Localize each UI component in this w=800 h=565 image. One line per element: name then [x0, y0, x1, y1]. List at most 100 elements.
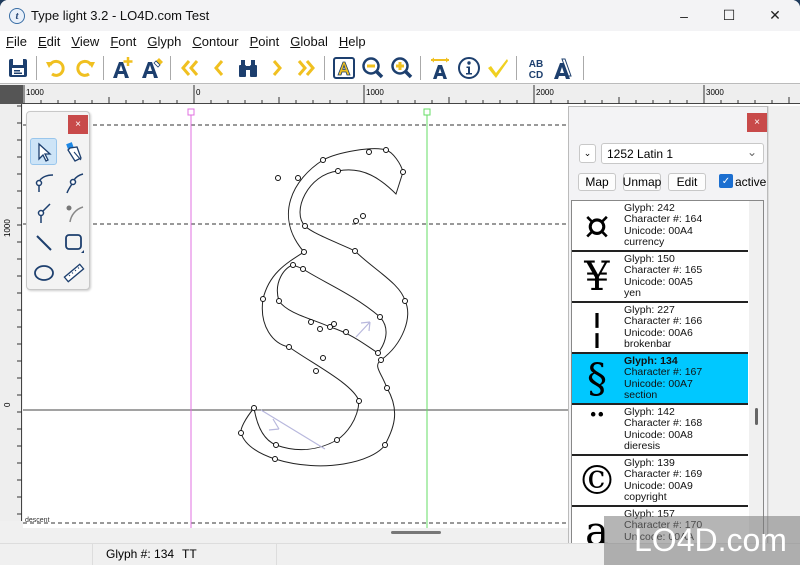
ellipse-tool-button[interactable] [30, 259, 57, 286]
unmap-button[interactable]: Unmap [623, 173, 661, 191]
contour-point[interactable] [343, 329, 349, 335]
toolbar: AB CD [0, 52, 800, 84]
contour-point[interactable] [320, 157, 326, 163]
delete-glyph-button[interactable] [138, 54, 165, 82]
maximize-button[interactable]: ☐ [706, 0, 752, 31]
pen-tool-button[interactable] [60, 138, 87, 165]
contour-point[interactable] [356, 398, 362, 404]
contour-point[interactable] [317, 326, 323, 332]
menu-edit[interactable]: Edit [38, 34, 60, 49]
horizontal-ruler[interactable]: 1000 0 1000 2000 3000 [23, 85, 800, 104]
active-checkbox[interactable]: ✓ [719, 174, 733, 188]
add-glyph-button[interactable] [109, 54, 136, 82]
curve-point-tool-button[interactable] [30, 169, 57, 196]
contour-point[interactable] [400, 169, 406, 175]
glyph-list-item[interactable]: § Glyph: 134 Character #: 167 Unicode: 0… [572, 354, 748, 405]
contour-point[interactable] [378, 357, 384, 363]
contour-point[interactable] [286, 344, 292, 350]
map-button[interactable]: Map [578, 173, 616, 191]
contour-point[interactable] [366, 149, 372, 155]
validate-button[interactable] [484, 54, 511, 82]
scrollbar-thumb[interactable] [391, 531, 441, 534]
close-button[interactable]: ✕ [752, 0, 798, 31]
measure-tool-button[interactable] [60, 259, 87, 286]
contour-point[interactable] [290, 262, 296, 268]
edit-button[interactable]: Edit [668, 173, 706, 191]
contour-point[interactable] [251, 405, 257, 411]
outline-button[interactable] [551, 54, 578, 82]
find-button[interactable] [234, 54, 261, 82]
contour-point[interactable] [377, 314, 383, 320]
advance-width-handle[interactable] [423, 108, 431, 116]
scrollbar-thumb[interactable] [755, 408, 758, 425]
menu-glyph[interactable]: Glyph [147, 34, 181, 49]
rectangle-tool-button[interactable] [60, 229, 87, 256]
glyph-list-item[interactable]: ¤ Glyph: 242 Character #: 164 Unicode: 0… [572, 201, 748, 252]
info-button[interactable] [455, 54, 482, 82]
kerning-button[interactable]: AB CD [522, 54, 549, 82]
contour-point[interactable] [402, 298, 408, 304]
corner-point-tool-button[interactable] [30, 199, 57, 226]
contour-point[interactable] [335, 168, 341, 174]
zoom-in-button[interactable] [388, 54, 415, 82]
glyph-list-item[interactable]: © Glyph: 139 Character #: 169 Unicode: 0… [572, 456, 748, 507]
undo-button[interactable] [42, 54, 69, 82]
contour-point[interactable] [375, 350, 381, 356]
glyph-list-item[interactable]: ¦ Glyph: 227 Character #: 166 Unicode: 0… [572, 303, 748, 354]
glyph-info: Glyph: 142 Character #: 168 Unicode: 00A… [624, 406, 702, 453]
menu-view[interactable]: View [71, 34, 99, 49]
zoom-out-button[interactable] [359, 54, 386, 82]
codepage-menu-button[interactable]: ⌄ [579, 144, 596, 163]
contour-point[interactable] [275, 175, 281, 181]
first-glyph-button[interactable] [176, 54, 203, 82]
last-glyph-button[interactable] [292, 54, 319, 82]
contour-point[interactable] [383, 147, 389, 153]
minimize-button[interactable]: – [661, 0, 707, 31]
contour-point[interactable] [382, 442, 388, 448]
glyph-list[interactable]: ¤ Glyph: 242 Character #: 164 Unicode: 0… [571, 200, 764, 556]
contour-point[interactable] [353, 218, 359, 224]
palette-close-button[interactable]: × [68, 115, 88, 134]
contour-point[interactable] [334, 437, 340, 443]
contour-point[interactable] [308, 319, 314, 325]
menu-file[interactable]: File [6, 34, 27, 49]
glyph-properties-button[interactable] [330, 54, 357, 82]
contour-point[interactable] [238, 430, 244, 436]
line-tool-button[interactable] [30, 229, 57, 256]
contour-point[interactable] [352, 248, 358, 254]
save-button[interactable] [4, 54, 31, 82]
menu-help[interactable]: Help [339, 34, 366, 49]
codepage-select[interactable]: 1252 Latin 1 ⌄ [601, 143, 764, 164]
contour-point[interactable] [272, 456, 278, 462]
contour-point[interactable] [260, 296, 266, 302]
menu-font[interactable]: Font [110, 34, 136, 49]
contour-point[interactable] [384, 385, 390, 391]
contour-point[interactable] [360, 213, 366, 219]
add-point-tool-button[interactable] [60, 199, 87, 226]
menu-point[interactable]: Point [250, 34, 280, 49]
contour-point[interactable] [295, 175, 301, 181]
menu-global[interactable]: Global [290, 34, 328, 49]
left-sidebearing-handle[interactable] [187, 108, 195, 116]
contour-point[interactable] [300, 266, 306, 272]
contour-point[interactable] [302, 223, 308, 229]
smooth-point-tool-button[interactable] [60, 169, 87, 196]
next-glyph-button[interactable] [263, 54, 290, 82]
vertical-ruler[interactable]: 1000 0 [0, 104, 22, 521]
contour-point[interactable] [313, 368, 319, 374]
on-curve-points[interactable] [238, 147, 408, 462]
contour-point[interactable] [301, 249, 307, 255]
menu-contour[interactable]: Contour [192, 34, 238, 49]
contour-point[interactable] [273, 442, 279, 448]
pointer-tool-button[interactable] [30, 138, 57, 165]
contour-point[interactable] [276, 298, 282, 304]
contour-point[interactable] [320, 355, 326, 361]
glyph-list-item[interactable]: ¨ Glyph: 142 Character #: 168 Unicode: 0… [572, 405, 748, 456]
panel-close-button[interactable]: × [747, 113, 767, 132]
previous-glyph-button[interactable] [205, 54, 232, 82]
contour-point[interactable] [331, 321, 337, 327]
metrics-button[interactable] [426, 54, 453, 82]
redo-button[interactable] [71, 54, 98, 82]
glyph-list-scrollbar[interactable] [749, 201, 763, 555]
glyph-list-item[interactable]: ¥ Glyph: 150 Character #: 165 Unicode: 0… [572, 252, 748, 303]
